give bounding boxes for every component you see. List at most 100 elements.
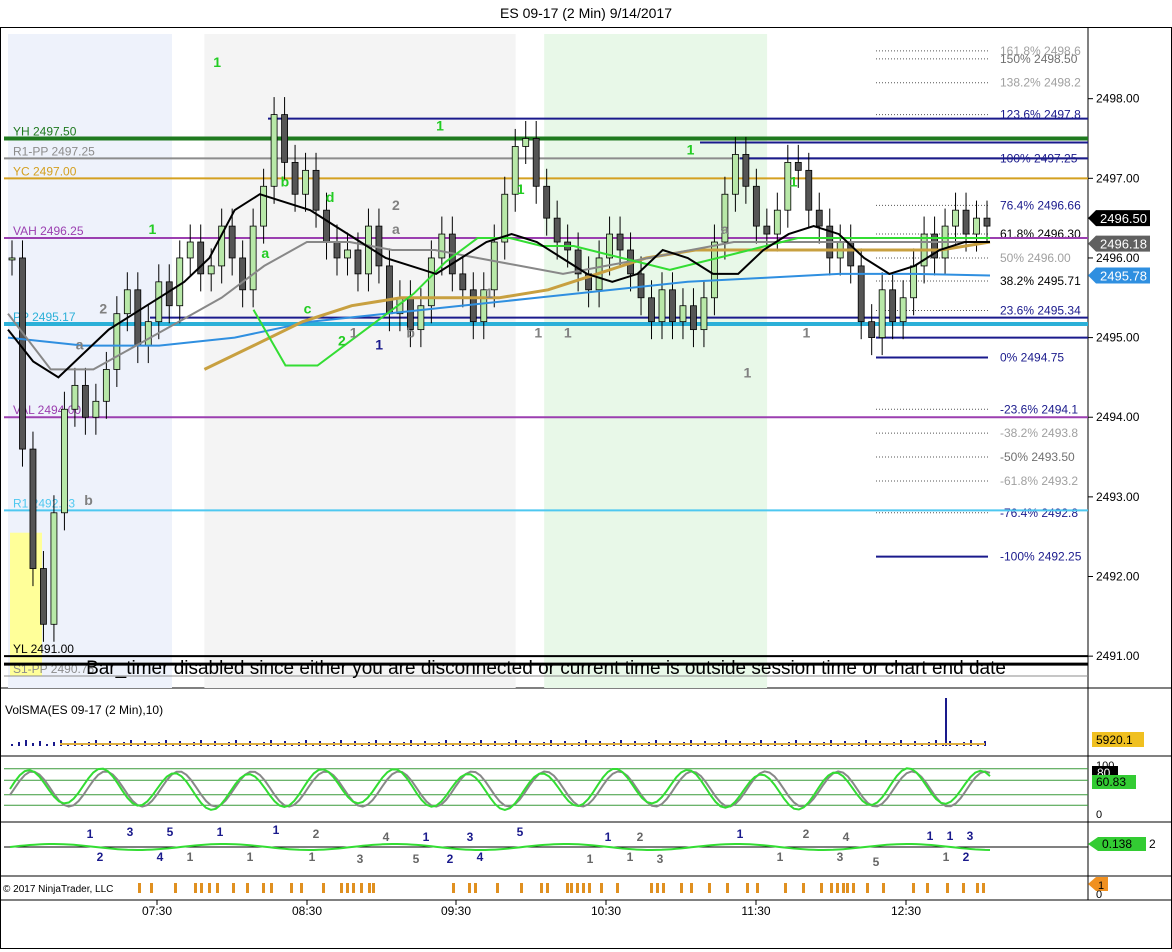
candle-body <box>71 384 79 410</box>
session-marker <box>852 883 855 893</box>
fib-label: -50% 2493.50 <box>1000 450 1075 464</box>
wave-count-label: 5 <box>167 825 174 839</box>
swing-label: 1 <box>517 181 525 197</box>
candle-body <box>669 289 676 323</box>
session-marker <box>340 883 343 893</box>
wave-count-label: 1 <box>737 827 744 841</box>
session-marker <box>802 883 805 893</box>
session-marker <box>650 883 653 893</box>
session-marker <box>756 883 759 893</box>
price-tick-label: 2494.00 <box>1096 410 1140 424</box>
candle-body <box>19 257 26 450</box>
candle-body <box>207 265 215 275</box>
price-tick-label: 2498.00 <box>1096 92 1140 106</box>
swing-label: a <box>261 245 269 261</box>
wave-count-label: 1 <box>87 827 94 841</box>
time-tick-label: 07:30 <box>142 904 172 918</box>
candle-body <box>805 169 813 211</box>
candle-body <box>868 321 876 338</box>
copyright-text: © 2017 NinjaTrader, LLC <box>3 884 113 895</box>
candle-body <box>690 305 697 331</box>
price-tick-label: 2496.00 <box>1096 251 1140 265</box>
candle-body <box>50 512 58 625</box>
time-tick-label: 12:30 <box>891 904 921 918</box>
wave-count-label: 1 <box>187 850 194 864</box>
candle-body <box>144 321 152 346</box>
candle-body <box>365 225 372 275</box>
candle-body <box>616 233 624 251</box>
candle-body <box>763 225 771 235</box>
candle-body <box>815 209 823 227</box>
fib-label: 138.2% 2498.2 <box>1000 76 1081 90</box>
wave-badge-label: 0.138 <box>1102 837 1132 851</box>
fib-label: -61.8% 2493.2 <box>1000 474 1078 488</box>
candle-body <box>8 257 16 261</box>
session-marker <box>680 883 683 893</box>
candle-body <box>752 185 760 227</box>
time-tick-label: 08:30 <box>292 904 322 918</box>
price-tick-label: 2493.00 <box>1096 490 1140 504</box>
candle-body <box>302 169 309 195</box>
level-label: YC 2497.00 <box>13 164 77 178</box>
session-marker <box>452 883 455 893</box>
session-marker <box>882 883 885 893</box>
session-marker <box>372 883 375 893</box>
candle-body <box>176 257 184 307</box>
time-tick-label: 10:30 <box>591 904 621 918</box>
candle-body <box>490 241 498 291</box>
candle-body <box>186 241 194 259</box>
candle-body <box>102 369 110 402</box>
candle-body <box>123 289 131 315</box>
candle-body <box>61 408 68 514</box>
swing-label: a <box>721 221 729 237</box>
session-marker <box>656 883 659 893</box>
swing-label: d <box>326 189 335 205</box>
candle-body <box>952 209 959 227</box>
swing-label: c <box>304 301 312 317</box>
wave-count-label: 3 <box>357 852 364 866</box>
fib-label: -100% 2492.25 <box>1000 550 1082 564</box>
swing-label: 2 <box>392 197 400 213</box>
session-marker <box>290 883 293 893</box>
swing-label: 1 <box>148 221 156 237</box>
wave-count-label: 2 <box>313 827 320 841</box>
wave-count-label: 1 <box>627 850 634 864</box>
wave-count-label: 2 <box>97 850 104 864</box>
session-marker <box>246 883 249 893</box>
time-tick-label: 11:30 <box>741 904 770 918</box>
price-tick-label: 2491.00 <box>1096 649 1140 663</box>
session-marker <box>576 883 579 893</box>
session-marker <box>830 883 833 893</box>
swing-label: a <box>76 337 84 353</box>
stoch-badge-value-label: 60.83 <box>1096 775 1126 789</box>
wave-count-label: 1 <box>217 825 224 839</box>
wave-count-label: 3 <box>467 830 474 844</box>
swing-label: 1 <box>350 325 358 341</box>
candle-body <box>794 161 802 171</box>
fib-label: -23.6% 2494.1 <box>1000 402 1078 416</box>
session-marker <box>346 883 349 893</box>
session-marker <box>566 883 569 893</box>
candle-body <box>973 217 980 235</box>
price-badge-label: 2496.50 <box>1100 211 1147 226</box>
wave-count-label: 1 <box>927 829 934 843</box>
fib-label: 0% 2494.75 <box>1000 351 1064 365</box>
swing-label: 1 <box>213 54 221 70</box>
candle-body <box>983 217 991 227</box>
session-marker <box>982 883 985 893</box>
marker-zero-label: 0 <box>1096 889 1102 901</box>
session-marker <box>588 883 591 893</box>
wave-count-label: 2 <box>963 850 970 864</box>
chart-canvas[interactable]: 2498.00 2497.00 2496.00 2495.00 2494.00 2493.… <box>0 0 1172 952</box>
swing-label: b <box>406 325 415 341</box>
swing-label: 2 <box>99 301 107 317</box>
bar-timer-notice: Bar_timer disabled since either you are … <box>86 658 1006 679</box>
price-badge-label: 2496.18 <box>1100 237 1147 252</box>
swing-label: 1 <box>375 337 383 353</box>
candle-body <box>543 185 551 219</box>
candle-body <box>648 297 655 323</box>
candle-body <box>469 289 477 323</box>
candle-body <box>239 257 247 291</box>
price-tick-label: 2497.00 <box>1096 171 1140 185</box>
swing-label: 2 <box>338 333 346 349</box>
